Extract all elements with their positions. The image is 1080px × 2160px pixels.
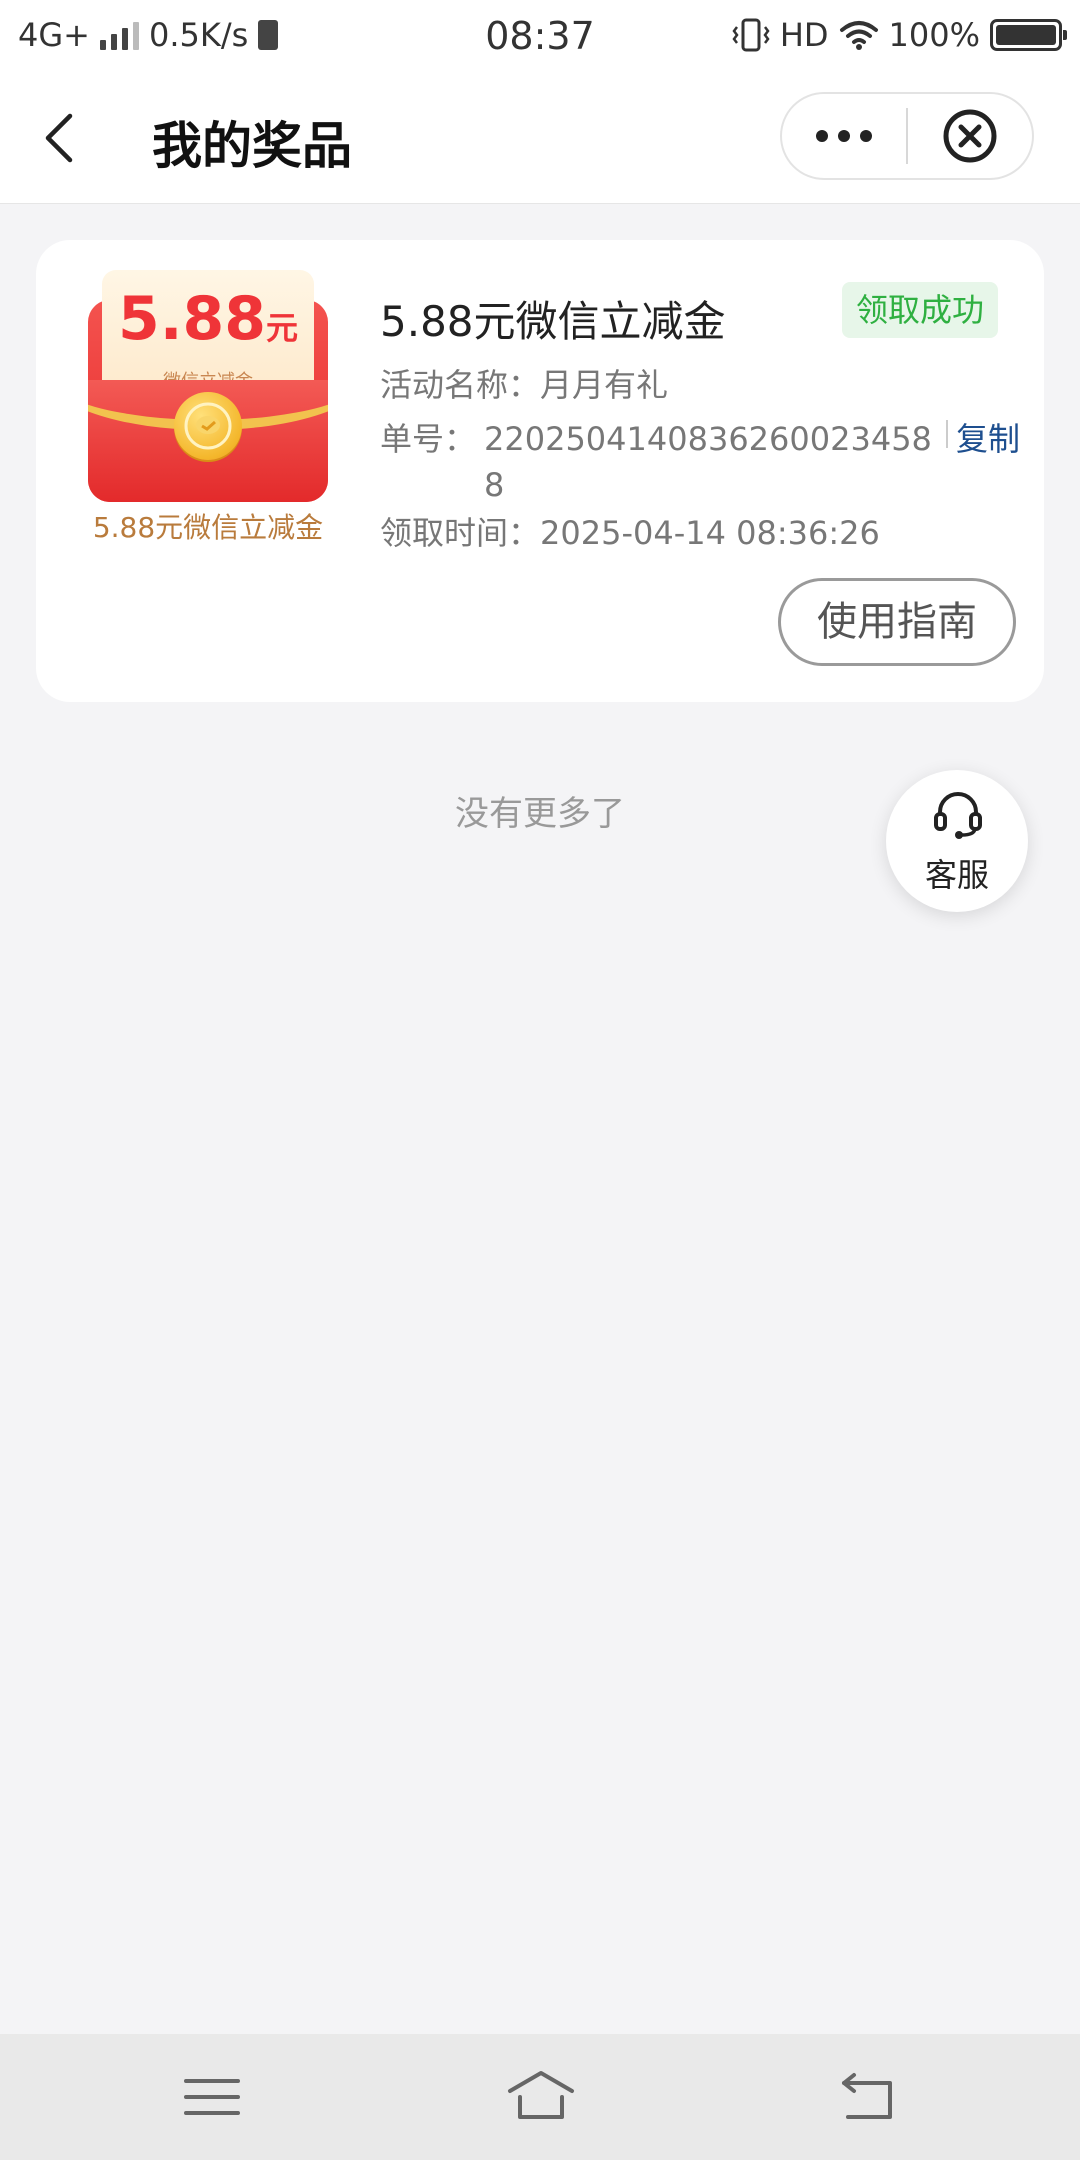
chevron-left-icon [45,113,73,163]
page-title: 我的奖品 [152,117,352,175]
mini-program-capsule [780,92,1034,180]
claim-time-value: 2025-04-14 08:36:26 [540,514,880,552]
wifi-icon [839,21,878,50]
system-nav-bar [0,2034,1080,2160]
claim-time-label: 领取时间： [380,514,541,552]
activity-row: 活动名称：月月有礼 [380,362,668,408]
order-label: 单号： [380,420,477,458]
customer-service-button[interactable]: 客服 [886,770,1028,912]
home-icon [508,2071,574,2119]
prize-image-caption: 5.88元微信立减金 [92,511,324,544]
more-button[interactable] [782,94,906,178]
nav-bar: 我的奖品 [0,76,1080,204]
system-back-button[interactable] [836,2067,900,2127]
back-button[interactable] [30,106,94,170]
status-right: HD 100% [732,16,1067,54]
customer-service-label: 客服 [924,856,989,894]
vibrate-icon [732,18,770,52]
red-packet-image: 5.88元 — 微信立减金 — [88,270,328,502]
status-badge: 领取成功 [842,282,999,338]
home-button[interactable] [506,2067,576,2127]
wechat-coin-icon [174,392,242,460]
prize-card: 5.88元 — 微信立减金 — 5.88元微信立减金 5.88元微信立减金 领取… [36,240,1044,702]
usage-guide-button[interactable]: 使用指南 [778,578,1016,666]
battery-icon [990,19,1067,51]
headset-icon [934,792,982,839]
copy-button[interactable]: 复制 [930,416,1020,462]
menu-icon [184,2079,240,2115]
more-dots-icon [816,130,872,142]
battery-percent: 100% [888,16,980,54]
close-circle-icon [943,109,997,163]
order-number: 22025041408362600234588 [484,420,932,504]
voucher-amount: 5.88元 [117,284,299,354]
status-bar: 4G+ 0.5K/s 08:37 HD 100% [0,0,1080,76]
activity-value: 月月有礼 [540,366,669,404]
back-icon [842,2073,892,2119]
prize-title: 5.88元微信立减金 [380,297,726,346]
claim-time-row: 领取时间：2025-04-14 08:36:26 [380,510,880,556]
hd-indicator: HD [779,16,829,54]
menu-button[interactable] [180,2067,244,2127]
close-button[interactable] [908,94,1032,178]
activity-label: 活动名称： [380,366,541,404]
